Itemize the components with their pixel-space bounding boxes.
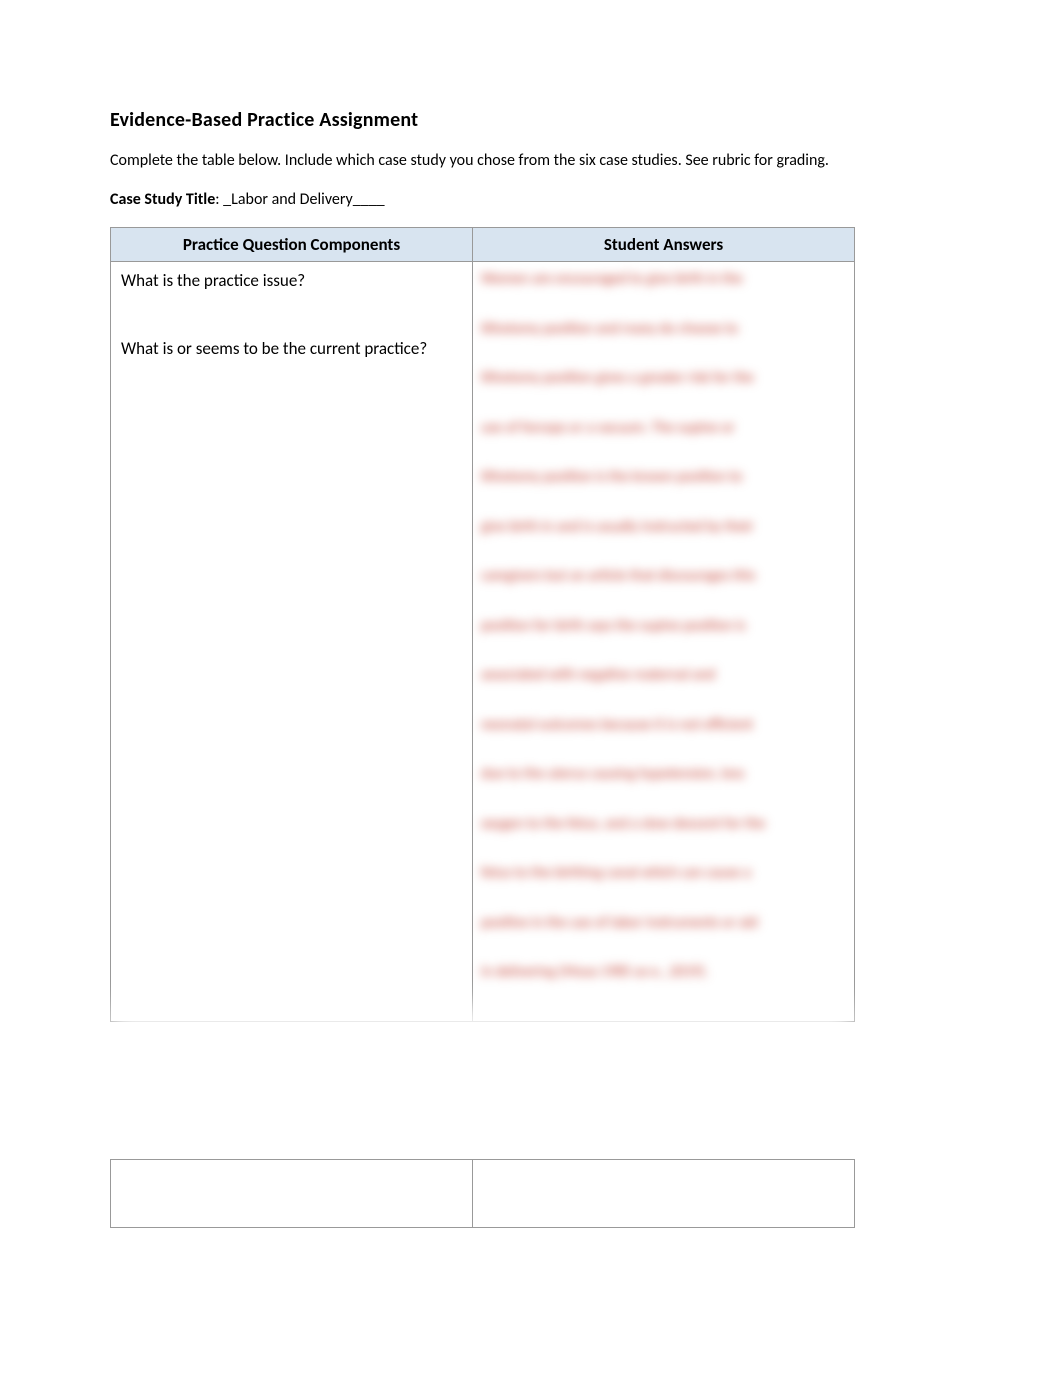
table-header-right: Student Answers (473, 228, 855, 262)
blurred-text: in delivering (Musa 1985 as e., 2019). (481, 963, 846, 983)
intro-text: Complete the table below. Include which … (110, 150, 952, 172)
blurred-text: position for birth says the supine posit… (481, 617, 846, 637)
bottom-table-row (110, 1159, 855, 1228)
blurred-text: lithotomy position is the known position… (481, 468, 846, 488)
blurred-text: neonatal outcomes because it is not effi… (481, 716, 846, 736)
page-title: Evidence-Based Practice Assignment (110, 108, 952, 132)
question-2: What is or seems to be the current pract… (121, 338, 462, 360)
blurred-text: associated with negative maternal and (481, 666, 846, 686)
blurred-text: lithotomy position and many do choose to (481, 320, 846, 340)
table-header-left: Practice Question Components (111, 228, 473, 262)
blurred-text: lithotomy position gives a greater risk … (481, 369, 846, 389)
answer-cell: Women are encouraged to give birth in th… (473, 262, 855, 1022)
blurred-text: Women are encouraged to give birth in th… (481, 270, 846, 290)
question-1: What is the practice issue? (121, 270, 462, 292)
blurred-text: due to the uterus causing hypotension, l… (481, 765, 846, 785)
bottom-cell-right (473, 1160, 855, 1228)
blurred-text: caregivers but an article that discourag… (481, 567, 846, 587)
case-study-value: : _Labor and Delivery____ (215, 190, 384, 209)
blurred-text: give birth in and is usually instructed … (481, 518, 846, 538)
blurred-text: fetus to the birthing canal which can ca… (481, 864, 846, 884)
case-study-label: Case Study Title (110, 190, 215, 209)
blurred-text: use of forceps or a vacuum. The supine o… (481, 419, 846, 439)
case-study-line: Case Study Title: _Labor and Delivery___… (110, 190, 952, 209)
practice-table: Practice Question Components Student Ans… (110, 227, 855, 1022)
blurred-text: positive in the use of labor instruments… (481, 914, 846, 934)
blurred-text: oxygen to the fetus, and a slow descent … (481, 815, 846, 835)
bottom-cell-left (111, 1160, 473, 1228)
question-cell: What is the practice issue? What is or s… (111, 262, 473, 1022)
